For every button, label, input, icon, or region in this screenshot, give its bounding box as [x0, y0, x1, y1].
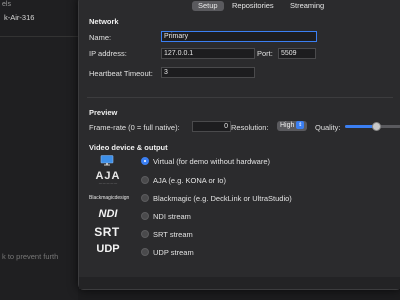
dialog-bottom-bar: [79, 277, 400, 289]
video-option-blackmagic-label[interactable]: Blackmagic (e.g. DeckLink or UltraStudio…: [153, 194, 292, 203]
section-divider: [87, 97, 393, 98]
srt-logo-text: SRT: [94, 225, 120, 239]
background-hint-text: k to prevent furth: [2, 252, 59, 261]
name-label: Name:: [89, 33, 112, 42]
blackmagic-logo-text: Blackmagicdesign: [89, 195, 130, 201]
port-field[interactable]: 5509: [278, 48, 316, 59]
network-section-title: Network: [89, 17, 119, 26]
quality-slider-knob[interactable]: [371, 122, 381, 131]
udp-logo-text: UDP: [96, 243, 120, 255]
video-section-title: Video device & output: [89, 143, 168, 152]
tab-bar: Setup Repositories Streaming: [79, 0, 400, 11]
framerate-label: Frame-rate (0 = full native):: [89, 123, 180, 132]
video-option-srt-label[interactable]: SRT stream: [153, 230, 193, 239]
video-option-virtual-radio[interactable]: [141, 157, 149, 165]
resolution-label: Resolution:: [231, 123, 269, 132]
blackmagic-logo: Blackmagicdesign: [89, 195, 129, 201]
video-option-udp-label[interactable]: UDP stream: [153, 248, 194, 257]
framerate-field[interactable]: 0: [192, 121, 231, 132]
srt-logo: SRT: [91, 225, 123, 239]
tab-setup[interactable]: Setup: [192, 1, 224, 11]
video-option-udp-radio[interactable]: [141, 248, 149, 256]
settings-dialog: Setup Repositories Streaming Network Nam…: [78, 0, 400, 290]
video-option-ndi-radio[interactable]: [141, 212, 149, 220]
tab-repositories[interactable]: Repositories: [226, 1, 280, 11]
video-option-srt-radio[interactable]: [141, 230, 149, 238]
video-option-ndi-label[interactable]: NDI stream: [153, 212, 191, 221]
heartbeat-timeout-label: Heartbeat Timeout:: [89, 69, 153, 78]
display-icon: [100, 155, 114, 166]
video-option-blackmagic-radio[interactable]: [141, 194, 149, 202]
name-field[interactable]: Primary: [161, 31, 317, 42]
ndi-logo-text: NDI: [98, 208, 118, 220]
tab-streaming[interactable]: Streaming: [284, 1, 330, 11]
background-window: els k-Air-316 k to prevent furth: [0, 0, 78, 300]
preview-section-title: Preview: [89, 108, 118, 117]
quality-label: Quality:: [315, 123, 341, 132]
resolution-value: High: [280, 122, 295, 129]
udp-logo: UDP: [94, 243, 122, 255]
aja-logo: AJA — — — — —: [89, 170, 127, 185]
background-separator: [0, 36, 78, 37]
ip-address-label: IP address:: [89, 49, 127, 58]
background-host-item[interactable]: k-Air-316: [4, 13, 34, 22]
resolution-select[interactable]: High ⇕: [277, 121, 308, 131]
port-label: Port:: [257, 49, 273, 58]
ndi-logo: NDI: [97, 208, 119, 220]
video-option-aja-radio[interactable]: [141, 176, 149, 184]
ip-address-field[interactable]: 127.0.0.1: [161, 48, 255, 59]
video-option-aja-label[interactable]: AJA (e.g. KONA or Io): [153, 176, 226, 185]
stepper-arrows-icon: ⇕: [296, 121, 305, 130]
video-option-virtual-label[interactable]: Virtual (for demo without hardware): [153, 157, 270, 166]
background-label: els: [2, 1, 11, 8]
heartbeat-timeout-field[interactable]: 3: [161, 67, 255, 78]
